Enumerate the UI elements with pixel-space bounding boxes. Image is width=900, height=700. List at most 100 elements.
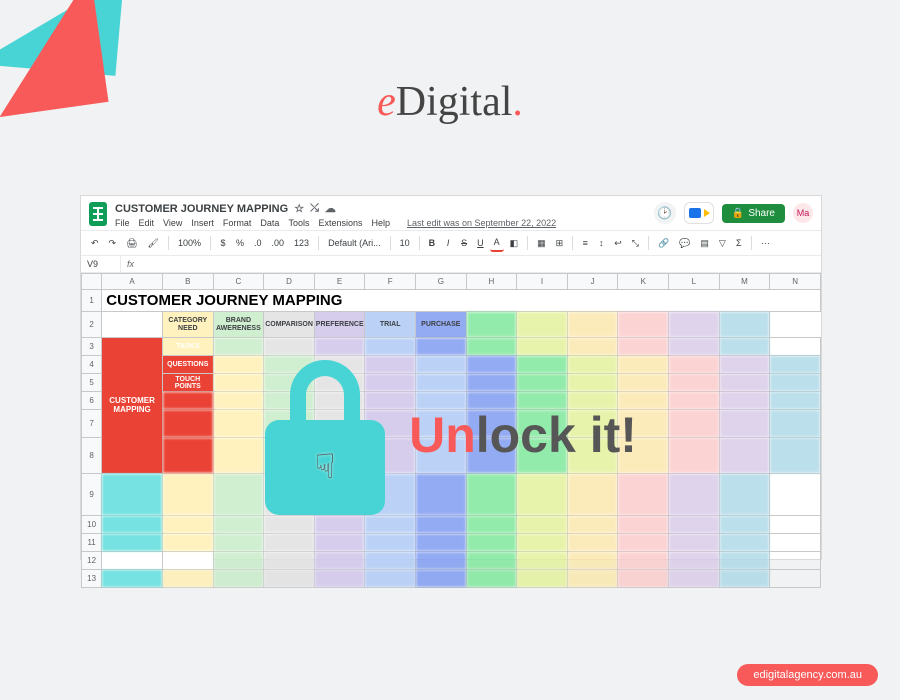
stage-category[interactable]: CATEGORY NEED xyxy=(162,312,213,338)
col-K[interactable]: K xyxy=(618,274,669,290)
formula-bar: V9 fx xyxy=(81,256,821,273)
stage-comparison[interactable]: COMPARISON xyxy=(264,312,315,338)
paint-format-icon[interactable]: 🖌 xyxy=(144,235,163,252)
col-D[interactable]: D xyxy=(264,274,315,290)
more-icon[interactable]: ⋯ xyxy=(757,235,774,252)
history-icon[interactable]: 🕑 xyxy=(654,202,676,224)
share-button[interactable]: 🔒 Share xyxy=(722,204,785,223)
borders-icon[interactable]: ▦ xyxy=(533,235,550,252)
wrap-icon[interactable]: ↩ xyxy=(610,235,626,252)
row-2[interactable]: 2 xyxy=(82,312,102,338)
col-L[interactable]: L xyxy=(669,274,720,290)
column-header-row: A B C D E F G H I J K L M N xyxy=(82,274,821,290)
toolbar: ↶ ↷ 🖨 🖌 100% $ % .0 .00 123 Default (Ari… xyxy=(81,230,821,256)
row-3[interactable]: 3 xyxy=(82,338,102,356)
lock-mini-icon: 🔒 xyxy=(732,208,744,219)
col-B[interactable]: B xyxy=(162,274,213,290)
halign-icon[interactable]: ≡ xyxy=(578,235,592,251)
sheets-logo-icon[interactable] xyxy=(89,202,107,226)
row-6[interactable]: 6 xyxy=(82,392,102,410)
bold-icon[interactable]: B xyxy=(425,235,440,251)
row-4[interactable]: 4 xyxy=(82,356,102,374)
menu-edit[interactable]: Edit xyxy=(139,218,155,228)
row-9[interactable]: 9 xyxy=(82,474,102,516)
watermark-badge: edigitalagency.com.au xyxy=(737,664,878,686)
last-edit-link[interactable]: Last edit was on September 22, 2022 xyxy=(407,218,556,228)
number-format-select[interactable]: 123 xyxy=(290,235,313,251)
col-F[interactable]: F xyxy=(365,274,416,290)
stage-preference[interactable]: PREFERENCE xyxy=(314,312,365,338)
comment-icon[interactable]: 💬 xyxy=(675,235,694,252)
link-icon[interactable]: 🔗 xyxy=(654,235,673,252)
merge-icon[interactable]: ⊞ xyxy=(552,235,568,252)
col-A[interactable]: A xyxy=(102,274,163,290)
menu-format[interactable]: Format xyxy=(223,218,252,228)
sheet-title-cell[interactable]: CUSTOMER JOURNEY MAPPING xyxy=(102,290,821,312)
sep xyxy=(751,236,752,250)
col-I[interactable]: I xyxy=(517,274,568,290)
font-size-select[interactable]: 10 xyxy=(396,235,414,251)
row-10[interactable]: 10 xyxy=(82,516,102,534)
side-label[interactable]: CUSTOMER MAPPING xyxy=(102,338,163,474)
fx-icon: fx xyxy=(121,256,140,272)
functions-icon[interactable]: Σ xyxy=(732,235,746,251)
label-tasks[interactable]: TASKS xyxy=(162,338,213,356)
rotate-icon[interactable]: ⤡ xyxy=(628,235,643,252)
row-1[interactable]: 1 xyxy=(82,290,102,312)
menubar: File Edit View Insert Format Data Tools … xyxy=(115,218,646,228)
stage-trial[interactable]: TRIAL xyxy=(365,312,416,338)
zoom-select[interactable]: 100% xyxy=(174,235,205,251)
menu-view[interactable]: View xyxy=(163,218,182,228)
label-touch[interactable]: TOUCH POINTS xyxy=(162,374,213,392)
stage-brand[interactable]: BRAND AWERENESS xyxy=(213,312,264,338)
menu-tools[interactable]: Tools xyxy=(288,218,309,228)
undo-icon[interactable]: ↶ xyxy=(87,235,103,252)
star-icon[interactable]: ☆ xyxy=(294,202,304,215)
name-box[interactable]: V9 xyxy=(81,256,121,272)
share-label: Share xyxy=(748,208,775,219)
label-questions[interactable]: QUESTIONS xyxy=(162,356,213,374)
col-H[interactable]: H xyxy=(466,274,517,290)
menu-file[interactable]: File xyxy=(115,218,130,228)
print-icon[interactable]: 🖨 xyxy=(122,235,141,252)
redo-icon[interactable]: ↷ xyxy=(105,235,121,252)
stage-purchase[interactable]: PURCHASE xyxy=(416,312,467,338)
filter-icon[interactable]: ▽ xyxy=(715,235,730,252)
move-folder-icon[interactable]: ⤯ xyxy=(310,202,319,215)
menu-help[interactable]: Help xyxy=(371,218,390,228)
chart-icon[interactable]: ▤ xyxy=(696,235,713,252)
meet-chip-icon[interactable] xyxy=(684,202,714,224)
grid[interactable]: A B C D E F G H I J K L M N 1 xyxy=(81,273,821,588)
col-E[interactable]: E xyxy=(314,274,365,290)
sheets-window: CUSTOMER JOURNEY MAPPING ☆ ⤯ ☁ File Edit… xyxy=(80,195,822,560)
document-title[interactable]: CUSTOMER JOURNEY MAPPING xyxy=(115,203,288,215)
font-select[interactable]: Default (Ari... xyxy=(324,235,385,251)
decrease-decimal-icon[interactable]: .0 xyxy=(250,235,266,251)
brand-logo: eDigital. xyxy=(377,78,523,126)
cloud-status-icon[interactable]: ☁ xyxy=(325,202,336,215)
valign-icon[interactable]: ↕ xyxy=(594,235,608,251)
underline-icon[interactable]: U xyxy=(473,235,488,251)
avatar[interactable]: Ma xyxy=(793,203,813,223)
row-8[interactable]: 8 xyxy=(82,438,102,474)
col-G[interactable]: G xyxy=(416,274,467,290)
row-7[interactable]: 7 xyxy=(82,410,102,438)
row-12[interactable]: 12 xyxy=(82,552,102,570)
col-N[interactable]: N xyxy=(770,274,821,290)
menu-insert[interactable]: Insert xyxy=(191,218,214,228)
increase-decimal-icon[interactable]: .00 xyxy=(268,235,289,251)
percent-icon[interactable]: % xyxy=(232,235,248,251)
menu-data[interactable]: Data xyxy=(260,218,279,228)
row-5[interactable]: 5 xyxy=(82,374,102,392)
fill-color-icon[interactable]: ◧ xyxy=(506,235,523,252)
menu-extensions[interactable]: Extensions xyxy=(318,218,362,228)
row-11[interactable]: 11 xyxy=(82,534,102,552)
italic-icon[interactable]: I xyxy=(441,235,455,251)
row-13[interactable]: 13 xyxy=(82,570,102,588)
text-color-icon[interactable]: A xyxy=(490,234,504,252)
strike-icon[interactable]: S xyxy=(457,235,471,251)
col-J[interactable]: J xyxy=(567,274,618,290)
col-C[interactable]: C xyxy=(213,274,264,290)
col-M[interactable]: M xyxy=(719,274,770,290)
currency-icon[interactable]: $ xyxy=(216,235,230,251)
